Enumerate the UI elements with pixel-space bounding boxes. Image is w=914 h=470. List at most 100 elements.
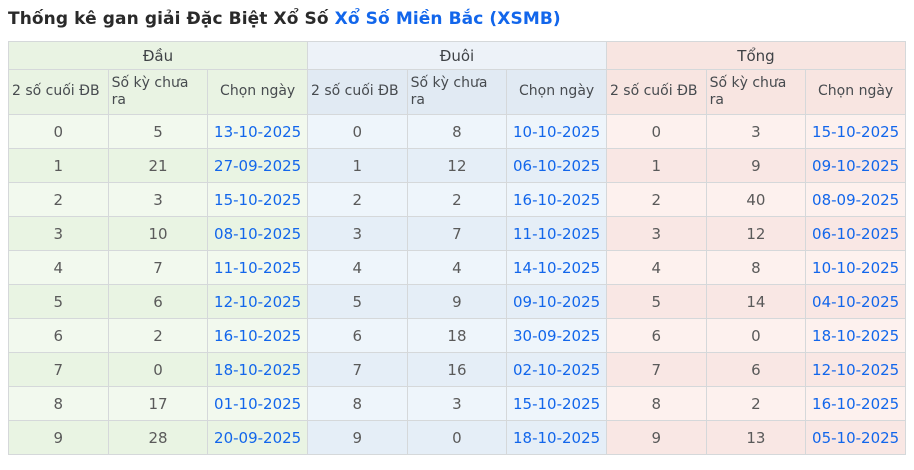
page-title-text: Thống kê gan giải Đặc Biệt Xổ Số: [8, 9, 335, 29]
digit-cell-tong: 4: [605, 250, 707, 285]
gan-count-cell-duoi: 9: [406, 284, 508, 319]
date-link-tong[interactable]: 08-09-2025: [812, 191, 899, 209]
digit-cell-duoi: 7: [306, 352, 408, 387]
date-cell-tong: 05-10-2025: [805, 420, 906, 455]
gan-count-cell-duoi: 2: [406, 182, 508, 217]
date-cell-tong: 18-10-2025: [805, 318, 906, 353]
gan-count-cell-dau: 28: [107, 420, 209, 455]
digit-cell-dau: 7: [8, 352, 109, 387]
date-link-tong[interactable]: 16-10-2025: [812, 395, 899, 413]
date-link-tong[interactable]: 09-10-2025: [812, 157, 899, 175]
date-link-tong[interactable]: 05-10-2025: [812, 429, 899, 447]
date-link-tong[interactable]: 10-10-2025: [812, 259, 899, 277]
column-header-tong-2: Chọn ngày: [805, 69, 906, 115]
date-cell-duoi: 06-10-2025: [506, 148, 607, 183]
digit-cell-tong: 2: [605, 182, 707, 217]
digit-cell-dau: 0: [8, 114, 109, 149]
gan-count-cell-duoi: 8: [406, 114, 508, 149]
date-cell-tong: 12-10-2025: [805, 352, 906, 387]
gan-count-cell-dau: 5: [107, 114, 209, 149]
column-header-dau-2: Chọn ngày: [207, 69, 308, 115]
date-cell-duoi: 18-10-2025: [506, 420, 607, 455]
date-cell-dau: 11-10-2025: [207, 250, 308, 285]
date-cell-dau: 08-10-2025: [207, 216, 308, 251]
date-link-duoi[interactable]: 02-10-2025: [513, 361, 600, 379]
date-cell-tong: 15-10-2025: [805, 114, 906, 149]
date-link-dau[interactable]: 01-10-2025: [214, 395, 301, 413]
digit-cell-duoi: 0: [306, 114, 408, 149]
digit-cell-tong: 6: [605, 318, 707, 353]
date-link-duoi[interactable]: 15-10-2025: [513, 395, 600, 413]
date-link-duoi[interactable]: 11-10-2025: [513, 225, 600, 243]
gan-count-cell-dau: 7: [107, 250, 209, 285]
date-cell-duoi: 16-10-2025: [506, 182, 607, 217]
date-cell-duoi: 15-10-2025: [506, 386, 607, 421]
date-link-dau[interactable]: 18-10-2025: [214, 361, 301, 379]
date-link-duoi[interactable]: 06-10-2025: [513, 157, 600, 175]
date-link-duoi[interactable]: 09-10-2025: [513, 293, 600, 311]
gan-count-cell-duoi: 18: [406, 318, 508, 353]
gan-count-cell-tong: 14: [705, 284, 807, 319]
date-link-duoi[interactable]: 10-10-2025: [513, 123, 600, 141]
gan-count-cell-dau: 2: [107, 318, 209, 353]
table-row: 5 6 12-10-2025 5 9 09-10-2025 5 14 04-10-2025: [8, 284, 906, 319]
date-link-dau[interactable]: 11-10-2025: [214, 259, 301, 277]
date-link-dau[interactable]: 12-10-2025: [214, 293, 301, 311]
date-link-tong[interactable]: 04-10-2025: [812, 293, 899, 311]
date-cell-dau: 13-10-2025: [207, 114, 308, 149]
date-link-tong[interactable]: 12-10-2025: [812, 361, 899, 379]
gan-count-cell-tong: 9: [705, 148, 807, 183]
table-row: 2 3 15-10-2025 2 2 16-10-2025 2 40 08-09-2025: [8, 182, 906, 217]
date-link-dau[interactable]: 16-10-2025: [214, 327, 301, 345]
column-header-duoi-2: Chọn ngày: [506, 69, 607, 115]
date-cell-duoi: 30-09-2025: [506, 318, 607, 353]
digit-cell-tong: 7: [605, 352, 707, 387]
gan-count-cell-dau: 0: [107, 352, 209, 387]
gan-count-cell-tong: 2: [705, 386, 807, 421]
gan-statistics-table: Đầu Đuôi Tổng 2 số cuối ĐB Số kỳ chưa ra Chọ…: [8, 41, 907, 455]
section-title-dau: Đầu: [8, 41, 308, 70]
digit-cell-tong: 8: [605, 386, 707, 421]
xsmb-link[interactable]: Xổ Số Miền Bắc (XSMB): [335, 9, 561, 29]
date-link-duoi[interactable]: 16-10-2025: [513, 191, 600, 209]
date-link-dau[interactable]: 13-10-2025: [214, 123, 301, 141]
gan-count-cell-tong: 12: [705, 216, 807, 251]
date-cell-tong: 10-10-2025: [805, 250, 906, 285]
date-link-duoi[interactable]: 14-10-2025: [513, 259, 600, 277]
digit-cell-tong: 3: [605, 216, 707, 251]
date-link-tong[interactable]: 15-10-2025: [812, 123, 899, 141]
digit-cell-dau: 8: [8, 386, 109, 421]
table-row: 1 21 27-09-2025 1 12 06-10-2025 1 9 09-10-2025: [8, 148, 906, 183]
date-cell-tong: 06-10-2025: [805, 216, 906, 251]
date-cell-duoi: 14-10-2025: [506, 250, 607, 285]
date-link-dau[interactable]: 27-09-2025: [214, 157, 301, 175]
table-row: 4 7 11-10-2025 4 4 14-10-2025 4 8 10-10-2025: [8, 250, 906, 285]
date-cell-dau: 01-10-2025: [207, 386, 308, 421]
digit-cell-duoi: 1: [306, 148, 408, 183]
date-link-tong[interactable]: 18-10-2025: [812, 327, 899, 345]
date-cell-tong: 09-10-2025: [805, 148, 906, 183]
date-link-dau[interactable]: 08-10-2025: [214, 225, 301, 243]
section-title-row: Đầu Đuôi Tổng: [8, 41, 907, 70]
date-cell-dau: 16-10-2025: [207, 318, 308, 353]
table-row: 8 17 01-10-2025 8 3 15-10-2025 8 2 16-10-2025: [8, 386, 906, 421]
date-link-tong[interactable]: 06-10-2025: [812, 225, 899, 243]
date-link-duoi[interactable]: 18-10-2025: [513, 429, 600, 447]
gan-count-cell-duoi: 7: [406, 216, 508, 251]
date-link-dau[interactable]: 20-09-2025: [214, 429, 301, 447]
date-cell-dau: 20-09-2025: [207, 420, 308, 455]
column-header-dau-0: 2 số cuối ĐB: [8, 69, 109, 115]
date-link-dau[interactable]: 15-10-2025: [214, 191, 301, 209]
digit-cell-dau: 6: [8, 318, 109, 353]
gan-count-cell-tong: 6: [705, 352, 807, 387]
column-header-tong-1: Số kỳ chưa ra: [705, 69, 807, 115]
digit-cell-dau: 2: [8, 182, 109, 217]
table-row: 0 5 13-10-2025 0 8 10-10-2025 0 3 15-10-2025: [8, 114, 906, 149]
gan-count-cell-dau: 21: [107, 148, 209, 183]
digit-cell-dau: 3: [8, 216, 109, 251]
digit-cell-duoi: 2: [306, 182, 408, 217]
date-link-duoi[interactable]: 30-09-2025: [513, 327, 600, 345]
column-header-tong-0: 2 số cuối ĐB: [605, 69, 707, 115]
table-row: 9 28 20-09-2025 9 0 18-10-2025 9 13 05-10-2025: [8, 420, 906, 455]
column-header-duoi-0: 2 số cuối ĐB: [306, 69, 408, 115]
